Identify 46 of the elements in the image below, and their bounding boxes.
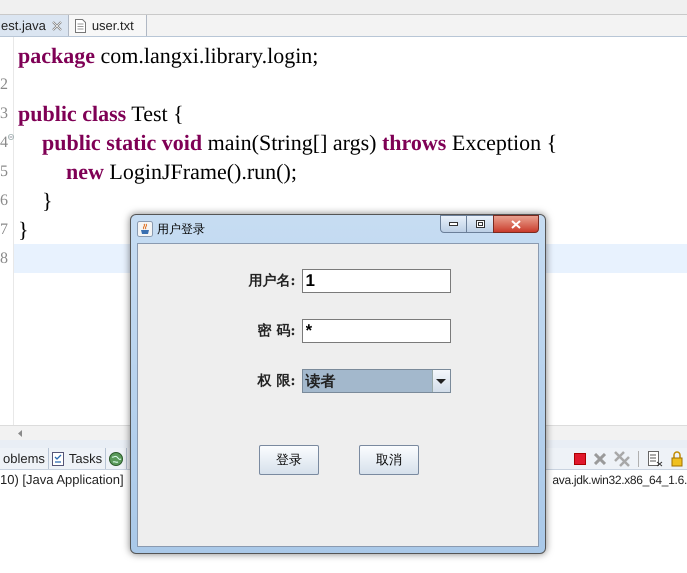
code-line: package com.langxi.library.login; [18, 43, 318, 68]
document-icon[interactable] [647, 450, 663, 466]
console-text: ava.jdk.win32.x86_64_1.6. [552, 472, 687, 489]
view-tab[interactable]: Tasks [48, 448, 106, 469]
input-field[interactable]: 1 [302, 269, 450, 293]
view-tab[interactable] [106, 448, 128, 469]
caret-icon [436, 378, 446, 384]
line-number: 6 [0, 191, 8, 211]
field-label: 密 码: [256, 322, 296, 340]
code-line: new LoginJFrame().run(); [65, 159, 297, 184]
line-number: 7 [0, 220, 8, 240]
field-label: 权 限: [256, 372, 296, 390]
maximize-button[interactable] [467, 215, 493, 233]
line-number: 5 [0, 162, 8, 182]
code-line: } [41, 188, 53, 213]
close-icon[interactable] [52, 20, 62, 30]
view-tab[interactable]: oblems [0, 448, 49, 469]
editor-tab[interactable]: est.java [0, 15, 69, 36]
minimize-button[interactable] [440, 215, 467, 233]
editor-tab[interactable]: user.txt [68, 15, 147, 36]
close-icon [511, 220, 521, 228]
lock-icon[interactable] [671, 450, 683, 466]
clipboard-icon [52, 451, 66, 466]
coffee-cup-icon [137, 221, 153, 237]
field-label: 用户名: [247, 272, 296, 290]
fold-icon[interactable] [8, 134, 14, 140]
scroll-left-icon[interactable] [18, 430, 23, 436]
line-number: 8 [0, 249, 8, 269]
code-line: public static void main(String[] args) throws Exception { [41, 130, 558, 155]
code-line: public class Test { [18, 101, 184, 126]
globe-icon [109, 452, 124, 466]
console-text: 10) [Java Application] [0, 471, 124, 490]
dialog-button[interactable]: 登录 [259, 445, 319, 475]
window-title: 用户登录 [157, 221, 205, 238]
dialog-button[interactable]: 取消 [359, 445, 419, 475]
dropdown[interactable]: 读者 [302, 369, 450, 393]
close-button[interactable] [493, 215, 539, 233]
minimize-icon [449, 222, 458, 226]
stop-icon[interactable] [574, 452, 586, 464]
text-file-icon [74, 18, 86, 32]
line-number: 4 [0, 133, 8, 153]
line-number: 3 [0, 104, 8, 124]
input-field[interactable]: * [302, 319, 450, 343]
code-line: } [18, 217, 29, 242]
line-number: 2 [0, 75, 8, 95]
maximize-icon [476, 220, 484, 228]
